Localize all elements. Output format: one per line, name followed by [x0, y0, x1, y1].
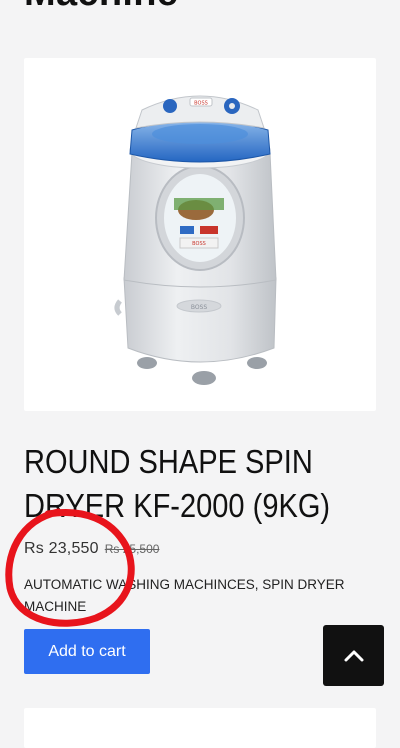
price-old: Rs 25,500	[104, 542, 160, 556]
price-current: Rs 23,550	[24, 540, 99, 557]
product-categories: AUTOMATIC WASHING MACHINCES, SPIN DRYER …	[24, 574, 354, 618]
svg-text:BOSS: BOSS	[194, 101, 208, 107]
product-card[interactable]: BOSS BOSS BOSS	[24, 58, 376, 411]
product-title[interactable]: ROUND SHAPE SPIN DRYER KF-2000 (9KG)	[24, 440, 332, 528]
page-heading: Machine	[24, 0, 178, 15]
chevron-up-icon	[344, 650, 363, 661]
add-to-cart-button[interactable]: Add to cart	[24, 629, 150, 674]
product-image[interactable]: BOSS BOSS BOSS	[24, 58, 376, 411]
price-row: Rs 23,550 Rs 25,500	[24, 540, 159, 558]
svg-text:BOSS: BOSS	[191, 304, 208, 311]
category-link-automatic-washing[interactable]: AUTOMATIC WASHING MACHINCES	[24, 577, 255, 592]
scroll-to-top-button[interactable]	[323, 625, 384, 686]
svg-text:BOSS: BOSS	[192, 241, 206, 247]
next-product-card[interactable]	[24, 708, 376, 748]
